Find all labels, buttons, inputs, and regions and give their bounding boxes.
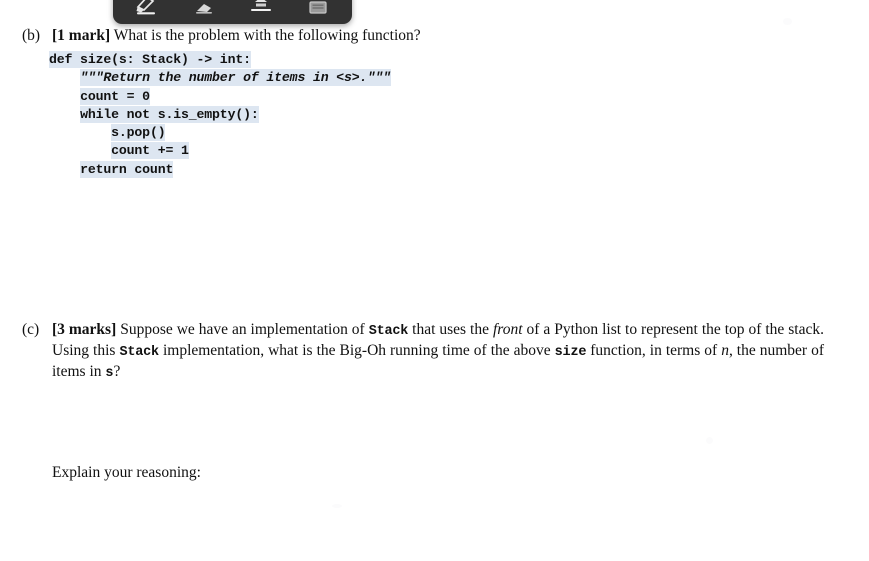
code-listing: def size(s: Stack) -> int: """Return the… (49, 51, 391, 179)
code-line-3-text: count = 0 (80, 87, 150, 105)
code-line-4-indent (49, 107, 80, 122)
code-line-4-text: while not s.is_empty(): (80, 105, 259, 123)
underline-tool-button[interactable] (240, 0, 282, 17)
question-c-seg2: that uses the (408, 321, 493, 338)
question-b-marks: [1 mark] (52, 27, 111, 44)
question-c-front-emphasis: front (492, 321, 523, 338)
code-line-6-indent (49, 143, 111, 158)
eraser-tool-button[interactable] (183, 0, 225, 17)
question-c-marks: [3 marks] (52, 321, 117, 338)
code-line-7-indent (49, 162, 80, 177)
question-c-seg8: ? (113, 363, 121, 380)
eraser-icon (192, 0, 216, 15)
question-c-seg1: Suppose we have an implementation of (116, 321, 369, 338)
code-line-5: s.pop() (49, 124, 391, 142)
code-line-4: while not s.is_empty(): (49, 105, 391, 124)
code-line-2-text: """Return the number of items in <s>.""" (80, 69, 391, 87)
question-c-seg6: function, in terms of (590, 342, 722, 359)
question-c: (c) [3 marks] Suppose we have an impleme… (22, 320, 852, 383)
highlighter-tool-button[interactable] (126, 0, 168, 17)
document-page: (b) [1 mark] What is the problem with th… (0, 0, 869, 561)
highlighter-icon (134, 0, 160, 15)
code-line-3: count = 0 (49, 87, 391, 106)
code-line-7: return count (49, 160, 391, 179)
question-c-stack-ref-1: Stack (368, 324, 409, 339)
code-line-2: """Return the number of items in <s>.""" (49, 69, 391, 87)
code-line-5-text: s.pop() (111, 124, 166, 142)
question-b-label: (b) (22, 27, 41, 44)
question-b-text: [1 mark] What is the problem with the fo… (52, 26, 838, 45)
question-c-size-ref: size (554, 345, 587, 360)
note-icon (306, 0, 330, 15)
question-c-label: (c) (22, 321, 40, 338)
explain-reasoning-prompt: Explain your reasoning: (52, 464, 201, 481)
question-b-prompt: What is the problem with the following f… (110, 27, 421, 44)
scan-speckle (706, 437, 713, 444)
underline-icon (248, 0, 274, 15)
question-c-seg5: implementation, what is the Big-Oh runni… (158, 342, 555, 359)
question-c-seg3: of a Python list to represent (522, 321, 698, 338)
scan-speckle (783, 18, 792, 25)
code-line-2-indent (49, 70, 80, 85)
question-c-var-s: s (105, 366, 114, 381)
annotation-toolbar[interactable] (113, 0, 352, 24)
scan-speckle (332, 504, 342, 508)
question-b: (b) [1 mark] What is the problem with th… (22, 26, 842, 45)
code-line-1-text: def size(s: Stack) -> int: (49, 51, 251, 68)
code-line-7-text: return count (80, 160, 174, 178)
question-c-var-n: n (721, 342, 729, 359)
question-c-text: [3 marks] Suppose we have an implementat… (52, 320, 824, 383)
code-line-6: count += 1 (49, 142, 391, 160)
note-tool-button[interactable] (297, 0, 339, 17)
code-line-3-indent (49, 89, 80, 104)
code-line-1: def size(s: Stack) -> int: (49, 51, 391, 69)
code-line-5-indent (49, 125, 111, 140)
code-line-6-text: count += 1 (111, 142, 189, 160)
question-c-stack-ref-2: Stack (119, 345, 159, 360)
